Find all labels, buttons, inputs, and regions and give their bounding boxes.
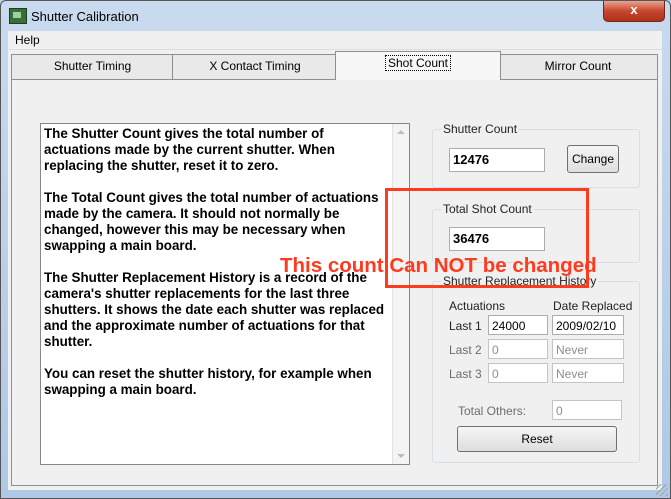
col-actuations-header: Actuations — [449, 299, 506, 313]
row-label-last-2: Last 2 — [449, 343, 482, 357]
menu-bar: Help — [8, 31, 662, 50]
title-bar[interactable]: Shutter Calibration x — [1, 1, 670, 29]
close-button[interactable]: x — [603, 1, 665, 22]
last-1-date-field[interactable]: 2009/02/10 — [552, 315, 624, 335]
tab-shot-count[interactable]: Shot Count — [335, 51, 501, 80]
scroll-down-icon[interactable] — [397, 454, 405, 458]
last-2-actuations-field: 0 — [488, 339, 548, 359]
last-3-actuations-field: 0 — [488, 363, 548, 383]
reset-button[interactable]: Reset — [457, 426, 617, 452]
last-2-date-field: Never — [552, 339, 624, 359]
annotation-text: This count Can NOT be changed — [280, 254, 597, 277]
tab-shutter-timing[interactable]: Shutter Timing — [11, 54, 174, 79]
resize-grip-icon[interactable] — [656, 484, 668, 496]
total-others-field: 0 — [552, 400, 622, 420]
app-window: Shutter Calibration x Help Shutter Timin… — [0, 0, 671, 499]
shutter-count-field[interactable]: 12476 — [449, 148, 545, 172]
window-title: Shutter Calibration — [31, 9, 139, 24]
app-icon — [9, 8, 27, 24]
total-others-label: Total Others: — [458, 404, 527, 418]
last-3-date-field: Never — [552, 363, 624, 383]
row-label-last-1: Last 1 — [449, 319, 482, 333]
tab-label: Shutter Timing — [53, 59, 132, 73]
menu-help[interactable]: Help — [15, 33, 40, 47]
tab-label: X Contact Timing — [209, 59, 301, 73]
description-textbox[interactable]: The Shutter Count gives the total number… — [40, 123, 410, 465]
tab-label: Mirror Count — [544, 59, 612, 73]
vertical-scrollbar[interactable] — [392, 124, 409, 464]
change-button[interactable]: Change — [567, 145, 619, 173]
tab-mirror-count[interactable]: Mirror Count — [498, 54, 658, 79]
shutter-count-legend: Shutter Count — [441, 122, 520, 136]
last-1-actuations-field[interactable]: 24000 — [488, 315, 548, 335]
scroll-up-icon[interactable] — [397, 130, 405, 134]
tab-x-contact-timing[interactable]: X Contact Timing — [172, 54, 338, 79]
col-date-header: Date Replaced — [553, 299, 633, 313]
row-label-last-3: Last 3 — [449, 367, 482, 381]
tab-label: Shot Count — [384, 55, 452, 71]
